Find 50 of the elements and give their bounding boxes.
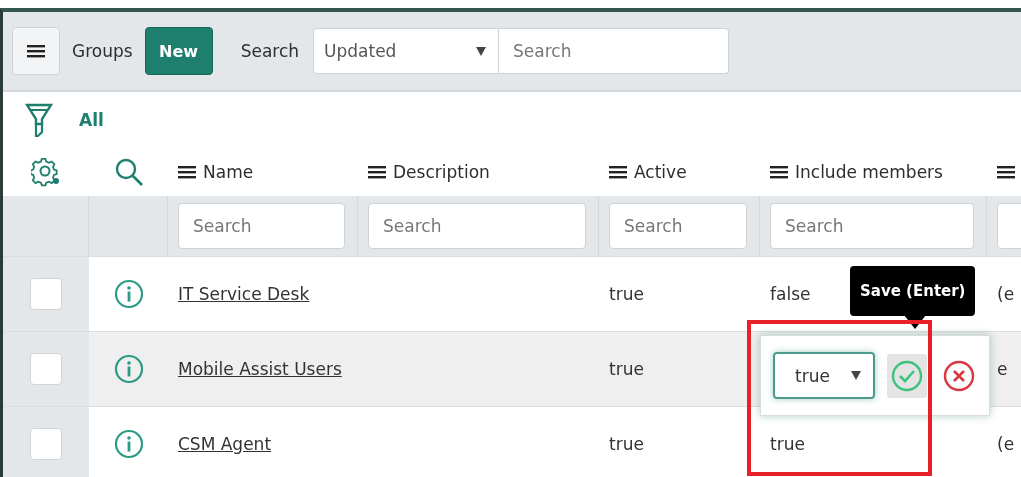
search-label: Search: [240, 41, 300, 61]
search-icon[interactable]: [113, 157, 144, 187]
close-icon: [943, 359, 975, 392]
info-icon[interactable]: [113, 429, 144, 459]
column-menu-icon[interactable]: [609, 165, 627, 179]
caret-icon: [851, 371, 861, 380]
search-input[interactable]: Search: [499, 28, 730, 74]
table-cell: true: [770, 434, 805, 454]
column-search-field[interactable]: Search: [770, 203, 974, 249]
check-icon: [891, 359, 923, 392]
info-icon[interactable]: [113, 279, 144, 309]
group-name-link[interactable]: Mobile Assist Users: [178, 359, 342, 379]
settings-icon[interactable]: [31, 157, 61, 187]
table-cell: false: [770, 284, 811, 304]
column-menu-icon[interactable]: [770, 165, 788, 179]
row-checkbox[interactable]: [30, 353, 62, 385]
menu-icon: [27, 44, 45, 58]
table-cell: (e: [997, 284, 1015, 304]
column-menu-icon[interactable]: [997, 165, 1015, 179]
tooltip: Save (Enter): [850, 266, 976, 316]
filter-icon[interactable]: [25, 102, 53, 138]
caret-icon: [476, 46, 487, 56]
filter-breadcrumb-link[interactable]: All: [79, 110, 104, 130]
info-icon[interactable]: [113, 354, 144, 384]
group-name-link[interactable]: IT Service Desk: [178, 284, 310, 304]
menu-button[interactable]: [12, 27, 60, 75]
table-cell: e: [997, 359, 1008, 379]
column-menu-icon[interactable]: [368, 165, 386, 179]
column-search-field[interactable]: Search: [368, 203, 586, 249]
group-name-link[interactable]: CSM Agent: [178, 434, 272, 454]
column-header[interactable]: Include members: [795, 162, 943, 182]
table-cell: true: [609, 284, 644, 304]
new-button[interactable]: New: [144, 27, 213, 75]
column-header[interactable]: Description: [393, 162, 490, 182]
table-cell: true: [609, 359, 644, 379]
value-dropdown[interactable]: true: [773, 352, 875, 399]
row-checkbox[interactable]: [30, 278, 62, 310]
column-search-field[interactable]: [997, 203, 1021, 249]
column-header[interactable]: Active: [634, 162, 687, 182]
column-search-field[interactable]: Search: [609, 203, 747, 249]
column-header[interactable]: Name: [203, 162, 254, 182]
row-checkbox[interactable]: [30, 428, 62, 460]
tooltip-arrow: [904, 315, 926, 329]
cancel-button[interactable]: [943, 359, 975, 392]
table-cell: (e: [997, 434, 1015, 454]
table-cell: true: [609, 434, 644, 454]
search-field-dropdown[interactable]: Updated: [313, 28, 500, 74]
column-menu-icon[interactable]: [178, 165, 196, 179]
list-title: Groups: [72, 41, 133, 61]
column-search-field[interactable]: Search: [178, 203, 345, 249]
